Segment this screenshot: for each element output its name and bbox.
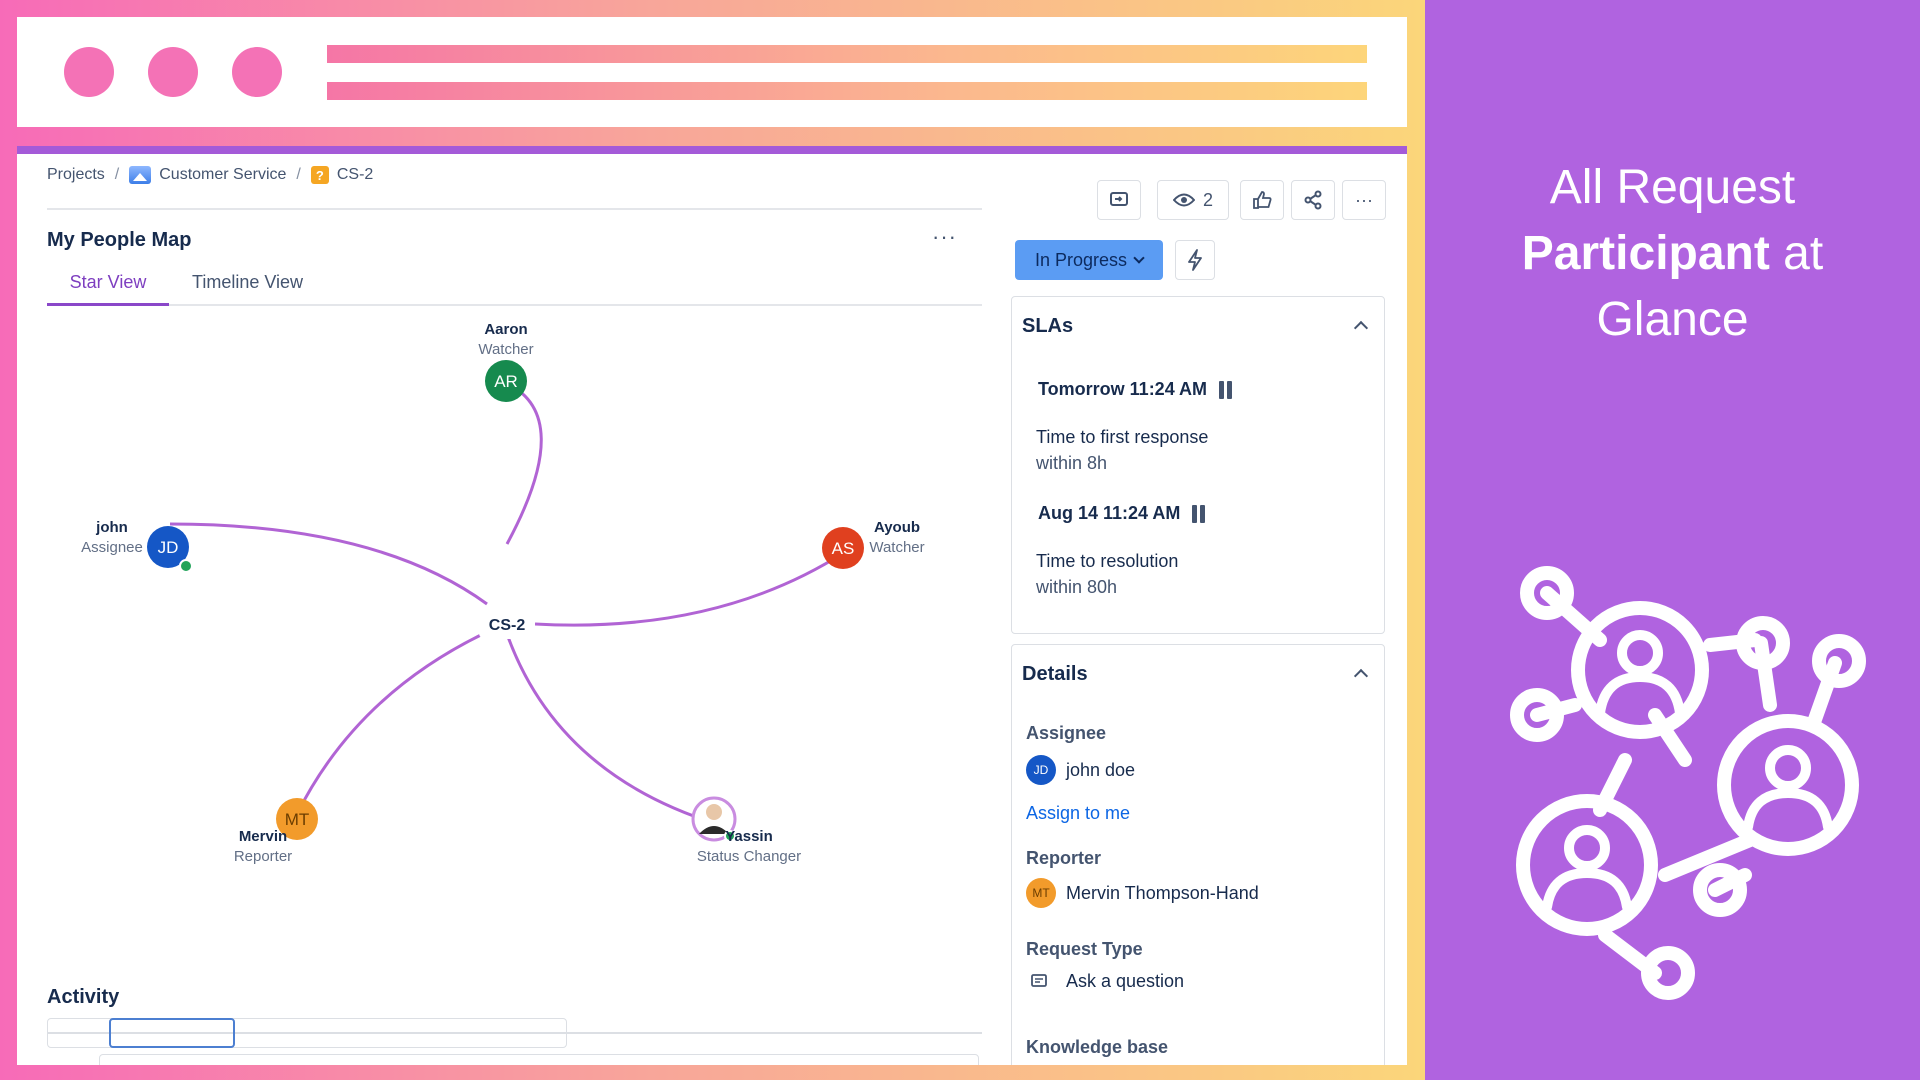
assignee-field[interactable]: JD john doe — [1026, 755, 1135, 785]
avatar: MT — [1026, 878, 1056, 908]
node-name: john — [95, 519, 128, 536]
node-role: Reporter — [234, 848, 292, 865]
sla-label: Time to resolution — [1036, 551, 1179, 571]
title-bar-stripe — [327, 45, 1367, 63]
window-divider — [17, 146, 1407, 154]
window-dot — [232, 47, 282, 97]
activity-filter-selected[interactable] — [109, 1018, 235, 1048]
sla-time: Tomorrow 11:24 AM — [1038, 379, 1233, 400]
more-actions-button[interactable]: ··· — [1342, 180, 1386, 220]
edge-mervin — [295, 630, 488, 815]
app-window: Projects / Customer Service / ? CS-2 My … — [17, 154, 1407, 1065]
promo-line: Participant at — [1440, 221, 1905, 287]
online-status-dot — [179, 559, 193, 573]
node-name: Aaron — [484, 321, 527, 338]
feedback-button[interactable] — [1097, 180, 1141, 220]
window-dot — [148, 47, 198, 97]
sla-goal: within 8h — [1036, 453, 1108, 473]
window-titlebar — [17, 17, 1407, 127]
assignee-name: john doe — [1066, 759, 1136, 780]
promo-headline: All Request Participant at Glance — [1440, 155, 1905, 353]
chat-icon — [1031, 973, 1047, 987]
node-yassin[interactable]: Yassin Status Changer — [691, 796, 801, 865]
watchers-count: 2 — [1202, 189, 1213, 210]
promo-emphasis: Participant — [1521, 227, 1770, 280]
comment-input[interactable] — [99, 1054, 979, 1065]
avatar-initials: JD — [158, 538, 179, 557]
sla-label: Time to first response — [1036, 427, 1209, 447]
share-icon — [1304, 190, 1322, 210]
node-ayoub[interactable]: AS Ayoub Watcher — [822, 519, 925, 569]
share-button[interactable] — [1291, 180, 1335, 220]
avatar-initials: MT — [285, 810, 310, 829]
promo-line: Glance — [1596, 293, 1749, 346]
status-dropdown[interactable]: In Progress — [1015, 240, 1163, 280]
promo-line: All Request — [1549, 161, 1796, 214]
sla-goal: within 80h — [1036, 577, 1118, 597]
sla-deadline: Tomorrow 11:24 AM — [1038, 379, 1208, 399]
avatar-initials: AS — [832, 539, 855, 558]
request-type-value: Ask a question — [1066, 971, 1185, 991]
avatar-initials: AR — [494, 372, 518, 391]
window-dot — [64, 47, 114, 97]
node-role: Watcher — [478, 341, 533, 358]
node-role: Watcher — [869, 539, 924, 556]
request-type-field[interactable]: Ask a question — [1026, 971, 1184, 992]
details-card: Details Assignee JD john doe Assign to m… — [1011, 644, 1385, 1065]
like-button[interactable] — [1240, 180, 1284, 220]
sla-deadline: Aug 14 11:24 AM — [1038, 503, 1181, 523]
node-name: Ayoub — [874, 519, 920, 536]
center-node[interactable]: CS-2 — [479, 609, 535, 639]
assign-to-me-link[interactable]: Assign to me — [1026, 803, 1130, 824]
collapse-icon[interactable] — [1353, 668, 1369, 684]
sla-title: SLAs — [1022, 315, 1074, 337]
automation-button[interactable] — [1175, 240, 1215, 280]
edge-aaron — [503, 380, 543, 545]
edge-john — [169, 522, 488, 606]
thumbs-up-icon — [1253, 191, 1272, 209]
node-role: Assignee — [81, 539, 143, 556]
request-type-label: Request Type — [1026, 939, 1143, 959]
node-aaron[interactable]: Aaron Watcher AR — [478, 321, 534, 402]
sla-time: Aug 14 11:24 AM — [1038, 503, 1206, 524]
knowledge-base-label: Knowledge base — [1026, 1037, 1169, 1057]
avatar: JD — [1026, 755, 1056, 785]
eye-icon — [1172, 193, 1195, 207]
node-role: Status Changer — [697, 848, 801, 865]
avatar-photo-head — [706, 804, 722, 820]
center-node-label: CS-2 — [489, 617, 526, 634]
more-icon: ··· — [1355, 189, 1373, 210]
map-edges — [169, 380, 846, 826]
promo-line-rest: at — [1769, 227, 1824, 280]
pause-icon — [1219, 380, 1233, 399]
reporter-field[interactable]: MT Mervin Thompson-Hand — [1026, 878, 1259, 908]
people-star-map: CS-2 Aaron Watcher AR john Assignee JD A… — [81, 321, 925, 865]
assignee-label: Assignee — [1026, 723, 1107, 743]
node-mervin[interactable]: MT Mervin Reporter — [234, 798, 318, 865]
feedback-icon — [1110, 192, 1128, 206]
node-john[interactable]: john Assignee JD — [81, 519, 193, 573]
reporter-label: Reporter — [1026, 848, 1102, 868]
node-name: Mervin — [239, 828, 287, 845]
pause-icon — [1192, 504, 1206, 523]
chevron-down-icon — [1133, 252, 1145, 264]
edge-yassin — [505, 633, 718, 826]
people-network-icon — [1510, 566, 1866, 1000]
reporter-name: Mervin Thompson-Hand — [1066, 882, 1259, 903]
status-label: In Progress — [1034, 249, 1128, 270]
watchers-button[interactable]: 2 — [1157, 180, 1229, 220]
details-title: Details — [1022, 663, 1088, 685]
collapse-icon[interactable] — [1353, 320, 1369, 336]
title-bar-stripe — [327, 82, 1367, 100]
node-name: Yassin — [725, 828, 773, 845]
lightning-bolt-icon — [1188, 249, 1202, 271]
edge-ayoub — [534, 550, 846, 627]
sla-card: SLAs Tomorrow 11:24 AM Time to first res… — [1011, 296, 1385, 634]
activity-title: Activity — [47, 986, 120, 1008]
